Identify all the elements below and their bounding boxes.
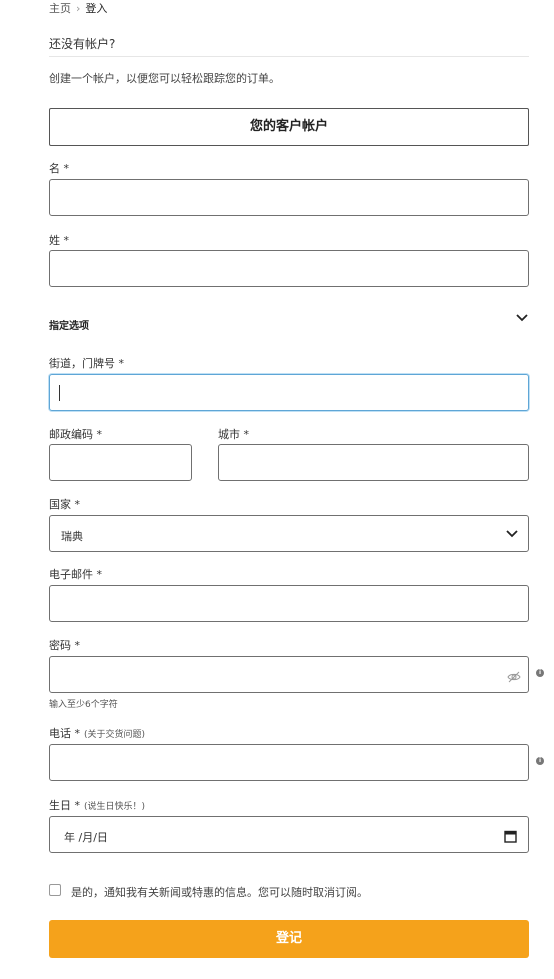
email-input[interactable] [49, 585, 529, 622]
first-name-input[interactable] [49, 179, 529, 216]
phone-label-note: (关于交货问题) [84, 730, 146, 740]
phone-label: 电话 * (关于交货问题) [49, 725, 145, 741]
last-name-input[interactable] [49, 250, 529, 287]
country-label: 国家 * [49, 498, 80, 511]
customer-account-button[interactable]: 您的客户帐户 [49, 108, 529, 146]
eye-slash-icon[interactable] [507, 668, 521, 687]
info-icon[interactable]: i [536, 669, 544, 677]
country-select[interactable]: 瑞典 [49, 515, 529, 552]
breadcrumb: 主页 › 登入 [49, 0, 107, 16]
chevron-down-icon [506, 530, 518, 538]
calendar-icon[interactable] [504, 828, 517, 847]
postal-code-input[interactable] [49, 444, 192, 481]
newsletter-checkbox[interactable] [49, 884, 61, 896]
city-label: 城市 * [218, 428, 249, 441]
phone-input[interactable] [49, 744, 529, 781]
birthday-date-input[interactable]: 年 /月/日 [49, 816, 529, 853]
breadcrumb-current: 登入 [85, 2, 108, 15]
email-label: 电子邮件 * [49, 568, 102, 581]
postal-code-label: 邮政编码 * [49, 428, 102, 441]
newsletter-label[interactable]: 是的，通知我有关新闻或特惠的信息。您可以随时取消订阅。 [71, 884, 368, 900]
street-input[interactable] [49, 374, 529, 411]
breadcrumb-home-link[interactable]: 主页 [49, 2, 71, 15]
breadcrumb-separator: › [76, 2, 81, 15]
birthday-label: 生日 * (说生日快乐！) [49, 797, 145, 813]
info-icon[interactable]: i [536, 757, 544, 765]
birthday-label-note: (说生日快乐！) [84, 802, 146, 812]
street-label: 街道，门牌号 * [49, 357, 124, 370]
text-cursor [59, 385, 60, 401]
options-accordion-label[interactable]: 指定选项 [49, 317, 89, 332]
password-hint: 输入至少6个字符 [49, 700, 118, 710]
phone-label-text: 电话 * [49, 727, 80, 740]
first-name-label: 名 * [49, 162, 69, 175]
register-button[interactable]: 登记 [49, 920, 529, 958]
birthday-placeholder: 年 /月/日 [64, 831, 108, 844]
password-input[interactable] [49, 656, 529, 693]
last-name-label: 姓 * [49, 234, 69, 247]
chevron-down-icon[interactable] [516, 314, 528, 322]
password-label: 密码 * [49, 639, 80, 652]
country-selected-value: 瑞典 [61, 530, 83, 543]
birthday-label-text: 生日 * [49, 799, 80, 812]
city-input[interactable] [218, 444, 529, 481]
section-divider [49, 56, 529, 57]
section-title: 还没有帐户? [49, 37, 116, 51]
intro-text: 创建一个帐户，以便您可以轻松跟踪您的订单。 [49, 72, 280, 85]
